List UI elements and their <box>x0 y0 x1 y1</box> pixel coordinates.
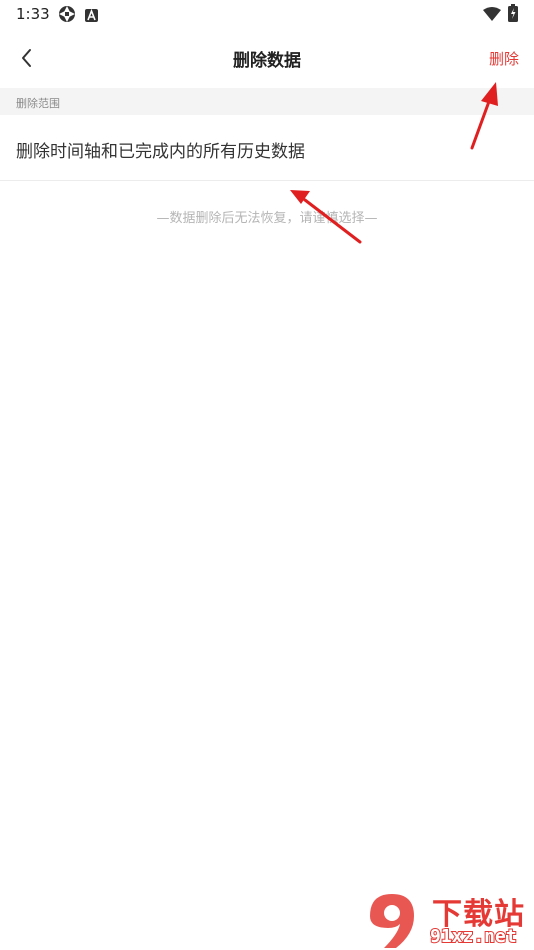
delete-data-screen: 1:33 删除数据 删除 删除范围 删除时间轴和已完成内的所有历史数据 —数据删… <box>0 0 534 950</box>
status-time: 1:33 <box>16 5 50 23</box>
battery-icon <box>508 4 518 26</box>
aperture-icon <box>58 5 76 27</box>
header: 删除数据 删除 <box>0 28 534 88</box>
delete-scope-option[interactable]: 删除时间轴和已完成内的所有历史数据 <box>0 115 534 181</box>
section-header: 删除范围 <box>0 88 534 115</box>
warning-hint: —数据删除后无法恢复，请谨慎选择— <box>156 211 378 226</box>
delete-scope-option-label: 删除时间轴和已完成内的所有历史数据 <box>16 142 305 162</box>
notification-a-icon <box>85 7 98 26</box>
watermark-logo-icon <box>370 894 414 948</box>
status-bar: 1:33 <box>0 0 534 28</box>
page-title: 删除数据 <box>233 51 301 71</box>
watermark-bottom-text: 91xz.net <box>429 925 518 948</box>
section-label: 删除范围 <box>16 97 60 110</box>
wifi-icon <box>483 6 501 25</box>
delete-button[interactable]: 删除 <box>489 48 519 69</box>
watermark: 下载站 91xz.net <box>362 886 534 950</box>
